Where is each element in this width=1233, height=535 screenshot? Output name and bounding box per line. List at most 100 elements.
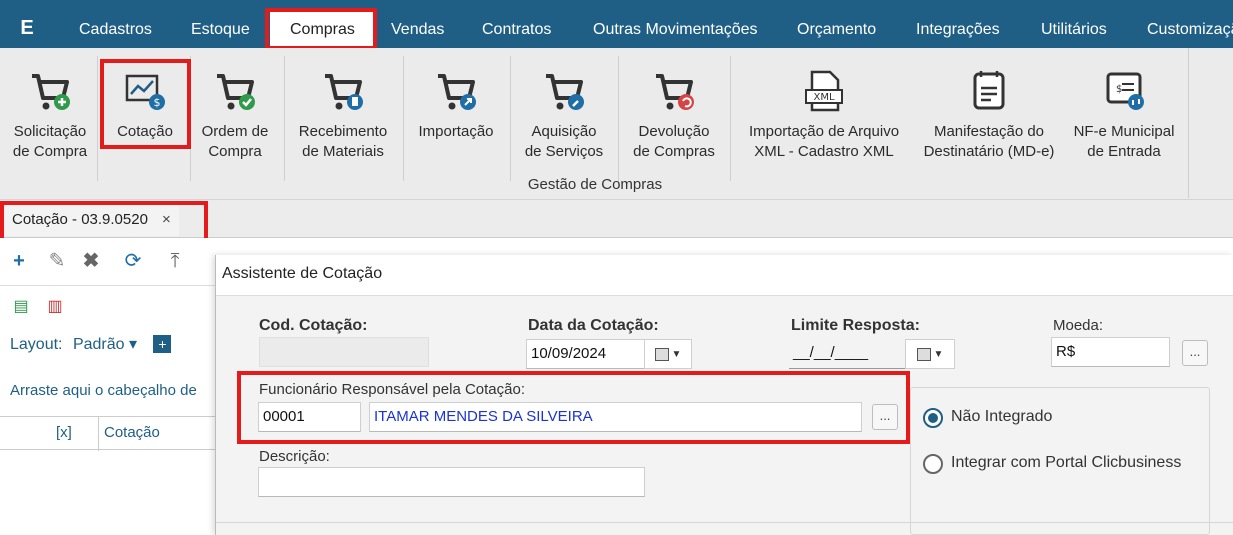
edit-icon[interactable]: ✎ <box>46 250 68 272</box>
grid-toolbar: + ✎ ✖ ⟳ ⤒ <box>0 238 215 286</box>
menu-utilitarios[interactable]: Utilitários <box>1041 12 1107 48</box>
menu-customizacao[interactable]: Customizaçã <box>1147 12 1233 48</box>
refresh-icon[interactable]: ⟳ <box>122 250 144 272</box>
ribbon-button-label: Recebimento de Materiais <box>298 123 388 160</box>
cart-wrench-icon <box>546 74 584 110</box>
ribbon-button-label: Devolução de Compras <box>633 123 715 160</box>
cod-cotacao-label: Cod. Cotação: <box>259 317 368 334</box>
app-logo-icon[interactable]: E <box>14 16 40 40</box>
moeda-lookup-button[interactable]: ... <box>1182 340 1208 366</box>
ribbon-separator <box>618 56 619 181</box>
ribbon-button-label: NF-e Municipal de Entrada <box>1073 123 1175 160</box>
menu-contratos[interactable]: Contratos <box>482 12 551 48</box>
menu-outras-movimentacoes[interactable]: Outras Movimentações <box>593 12 758 48</box>
ribbon-button-label: Manifestação do Destinatário (MD-e) <box>923 123 1055 160</box>
ribbon-devolucao-compras-button[interactable]: Devolução de Compras <box>624 48 724 178</box>
dialog-body: Cod. Cotação: Data da Cotação: 10/09/202… <box>216 295 1233 535</box>
ribbon-manifestacao-destinatario-button[interactable]: Manifestação do Destinatário (MD-e) <box>912 48 1066 178</box>
layout-selector[interactable]: Layout: Padrão ▾ + <box>10 334 172 354</box>
calendar-icon <box>654 347 669 361</box>
ribbon-separator <box>730 56 731 181</box>
add-icon[interactable]: + <box>8 250 30 272</box>
radio-label: Integrar com Portal Clicbusiness <box>951 454 1182 471</box>
chevron-down-icon: ▼ <box>933 348 944 360</box>
grid-header: [x] Cotação <box>0 416 215 451</box>
ribbon-separator <box>284 56 285 181</box>
column-header-cotacao[interactable]: Cotação <box>104 424 160 441</box>
svg-text:XML: XML <box>813 92 834 103</box>
ribbon-separator <box>510 56 511 181</box>
xml-file-icon: XML <box>805 70 843 112</box>
group-by-hint: Arraste aqui o cabeçalho de <box>10 382 197 399</box>
integration-options: Não Integrado Integrar com Portal Clicbu… <box>910 387 1210 535</box>
svg-text:$: $ <box>1116 84 1122 95</box>
moeda-field[interactable]: R$ <box>1051 337 1170 367</box>
descricao-label: Descrição: <box>259 448 330 465</box>
cart-add-icon <box>32 74 70 110</box>
cart-check-icon <box>217 74 255 110</box>
tab-cotacao[interactable]: Cotação - 03.9.0520 × <box>4 204 179 236</box>
ribbon-aquisicao-servicos-button[interactable]: Aquisição de Serviços <box>516 48 612 178</box>
ribbon-recebimento-materiais-button[interactable]: Recebimento de Materiais <box>288 48 398 178</box>
funcionario-label: Funcionário Responsável pela Cotação: <box>259 381 525 398</box>
funcionario-lookup-button[interactable]: ... <box>872 404 898 430</box>
funcionario-code-field[interactable]: 00001 <box>258 402 361 432</box>
ribbon-cotacao-button[interactable]: $ Cotação <box>104 48 186 178</box>
moeda-label: Moeda: <box>1053 317 1104 334</box>
column-divider <box>98 417 99 451</box>
data-cotacao-field[interactable]: 10/09/2024 <box>526 339 648 369</box>
cart-doc-icon <box>325 74 363 110</box>
layout-value[interactable]: Padrão ▾ <box>73 336 137 353</box>
left-pane: + ✎ ✖ ⟳ ⤒ ▤ ▥ Layout: Padrão ▾ + Arraste… <box>0 238 215 535</box>
ribbon-nfe-municipal-button[interactable]: $ NF-e Municipal de Entrada <box>1066 48 1182 178</box>
chart-dollar-icon: $ <box>125 74 165 110</box>
ribbon-separator <box>403 56 404 181</box>
funcionario-name-field[interactable]: ITAMAR MENDES DA SILVEIRA <box>369 402 862 432</box>
ribbon-button-label: Aquisição de Serviços <box>524 123 604 160</box>
ribbon-button-label: Solicitação de Compra <box>12 123 88 160</box>
descricao-field[interactable] <box>258 467 645 497</box>
cod-cotacao-field <box>259 337 429 367</box>
ribbon-separator <box>97 56 98 181</box>
delete-icon[interactable]: ✖ <box>80 250 102 272</box>
radio-label: Não Integrado <box>951 408 1053 425</box>
ribbon-solicitacao-compra-button[interactable]: Solicitação de Compra <box>4 48 96 178</box>
svg-text:$: $ <box>154 96 161 109</box>
calendar-doc-icon <box>973 71 1005 110</box>
menu-estoque[interactable]: Estoque <box>191 12 250 48</box>
nfe-icon: $ <box>1106 72 1144 110</box>
close-icon[interactable]: × <box>162 211 171 228</box>
ribbon-separator <box>190 56 191 181</box>
ribbon-button-label: Cotação <box>117 123 173 140</box>
menu-bar: E Cadastros Estoque Compras Vendas Contr… <box>0 0 1233 48</box>
radio-integrar-portal[interactable] <box>923 454 943 474</box>
tab-label: Cotação - 03.9.0520 <box>12 211 148 228</box>
cotacao-wizard-dialog: Assistente de Cotação Cod. Cotação: Data… <box>215 255 1233 535</box>
ribbon: Solicitação de Compra $ Cotação Ordem de… <box>0 48 1233 200</box>
dialog-title: Assistente de Cotação <box>222 265 383 282</box>
ribbon-importacao-xml-button[interactable]: XML Importação de Arquivo XML - Cadastro… <box>736 48 912 178</box>
ribbon-ordem-compra-button[interactable]: Ordem de Compra <box>193 48 277 178</box>
limite-resposta-calendar-button[interactable]: ▼ <box>905 339 955 369</box>
limite-resposta-field[interactable]: __/__/____ <box>789 339 907 369</box>
ribbon-importacao-button[interactable]: Importação <box>408 48 504 178</box>
data-cotacao-calendar-button[interactable]: ▼ <box>644 339 692 369</box>
cart-return-icon <box>656 74 694 110</box>
menu-integracoes[interactable]: Integrações <box>916 12 1000 48</box>
move-top-icon[interactable]: ⤒ <box>164 250 186 272</box>
divider <box>216 522 1233 523</box>
menu-compras[interactable]: Compras <box>270 12 375 48</box>
data-cotacao-label: Data da Cotação: <box>528 317 659 334</box>
menu-cadastros[interactable]: Cadastros <box>79 12 152 48</box>
column-header-check[interactable]: [x] <box>56 424 72 441</box>
export-icon[interactable]: ▤ <box>10 296 32 318</box>
ribbon-button-label: Importação de Arquivo XML - Cadastro XML <box>748 123 900 160</box>
radio-nao-integrado[interactable] <box>923 408 943 428</box>
report-icon[interactable]: ▥ <box>44 296 66 318</box>
document-tab-strip: Cotação - 03.9.0520 × <box>0 200 1233 238</box>
menu-orcamento[interactable]: Orçamento <box>797 12 876 48</box>
menu-vendas[interactable]: Vendas <box>391 12 444 48</box>
chevron-down-icon: ▼ <box>671 348 682 360</box>
calendar-icon <box>916 347 931 361</box>
add-layout-icon[interactable]: + <box>153 335 172 353</box>
